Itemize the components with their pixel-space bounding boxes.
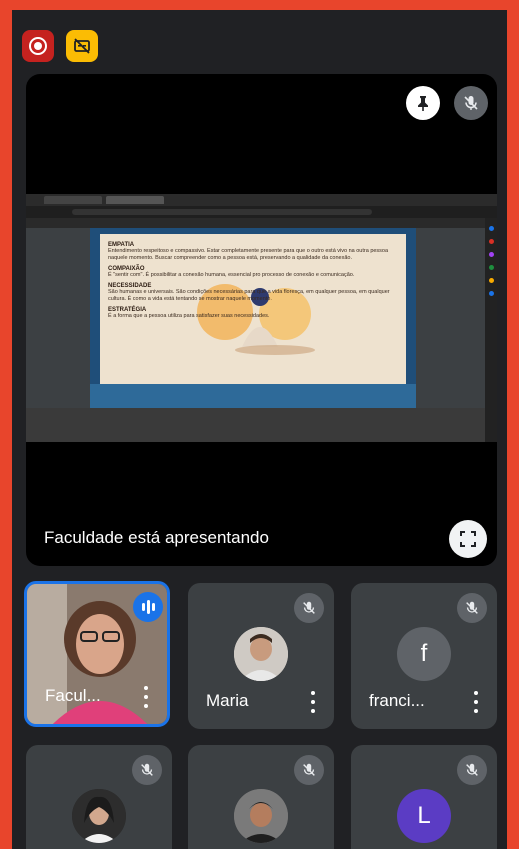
speaking-indicator [133, 592, 163, 622]
more-options-button[interactable] [473, 691, 479, 713]
participant-tile-maria[interactable]: Maria [188, 583, 334, 729]
avatar [234, 627, 288, 681]
participant-tile-faculdade[interactable]: Facul... [24, 581, 170, 727]
participant-tile-francisca[interactable]: f franci... [351, 583, 497, 729]
pin-icon [418, 96, 428, 111]
slide-content: EMPATIA Entendimento respeitoso e compas… [100, 234, 406, 384]
participant-name: Facul... [45, 686, 101, 705]
browser-sidebar [485, 218, 497, 442]
presentation-stage[interactable]: EMPATIA Entendimento respeitoso e compas… [26, 74, 497, 566]
mic-off-icon [457, 593, 487, 623]
mic-off-icon [457, 755, 487, 785]
fullscreen-icon [460, 531, 476, 547]
fullscreen-button[interactable] [449, 520, 487, 558]
slide-text-block: EMPATIA Entendimento respeitoso e compas… [108, 242, 390, 319]
shared-screen: EMPATIA Entendimento respeitoso e compas… [26, 194, 497, 442]
avatar [72, 789, 126, 843]
mic-off-icon [132, 755, 162, 785]
participant-name: Maria [206, 691, 249, 710]
browser-tab-bar [26, 194, 497, 206]
mic-off-icon [464, 96, 478, 110]
screen-bottom-area [26, 408, 485, 442]
mic-off-icon [294, 593, 324, 623]
more-options-button[interactable] [310, 691, 316, 713]
participant-tile[interactable] [26, 745, 172, 849]
participant-tile[interactable] [188, 745, 334, 849]
more-options-button[interactable] [143, 686, 149, 708]
avatar: f [397, 627, 451, 681]
presentation-slide: EMPATIA Entendimento respeitoso e compas… [90, 228, 416, 408]
mic-off-icon [294, 755, 324, 785]
avatar [234, 789, 288, 843]
presenter-label: Faculdade está apresentando [44, 528, 269, 547]
captions-off-icon [74, 38, 90, 54]
participant-tile[interactable]: L [351, 745, 497, 849]
captions-off-button[interactable] [66, 30, 98, 62]
browser-address-bar [26, 206, 497, 218]
participant-name: franci... [369, 691, 425, 710]
record-icon [29, 37, 47, 55]
slide-footer [90, 384, 416, 408]
top-bar [12, 10, 507, 70]
recording-indicator[interactable] [22, 30, 54, 62]
pdf-toolbar [26, 218, 497, 228]
meet-window: EMPATIA Entendimento respeitoso e compas… [12, 10, 507, 849]
avatar: L [397, 789, 451, 843]
presenter-mic-status [454, 86, 488, 120]
pin-button[interactable] [406, 86, 440, 120]
